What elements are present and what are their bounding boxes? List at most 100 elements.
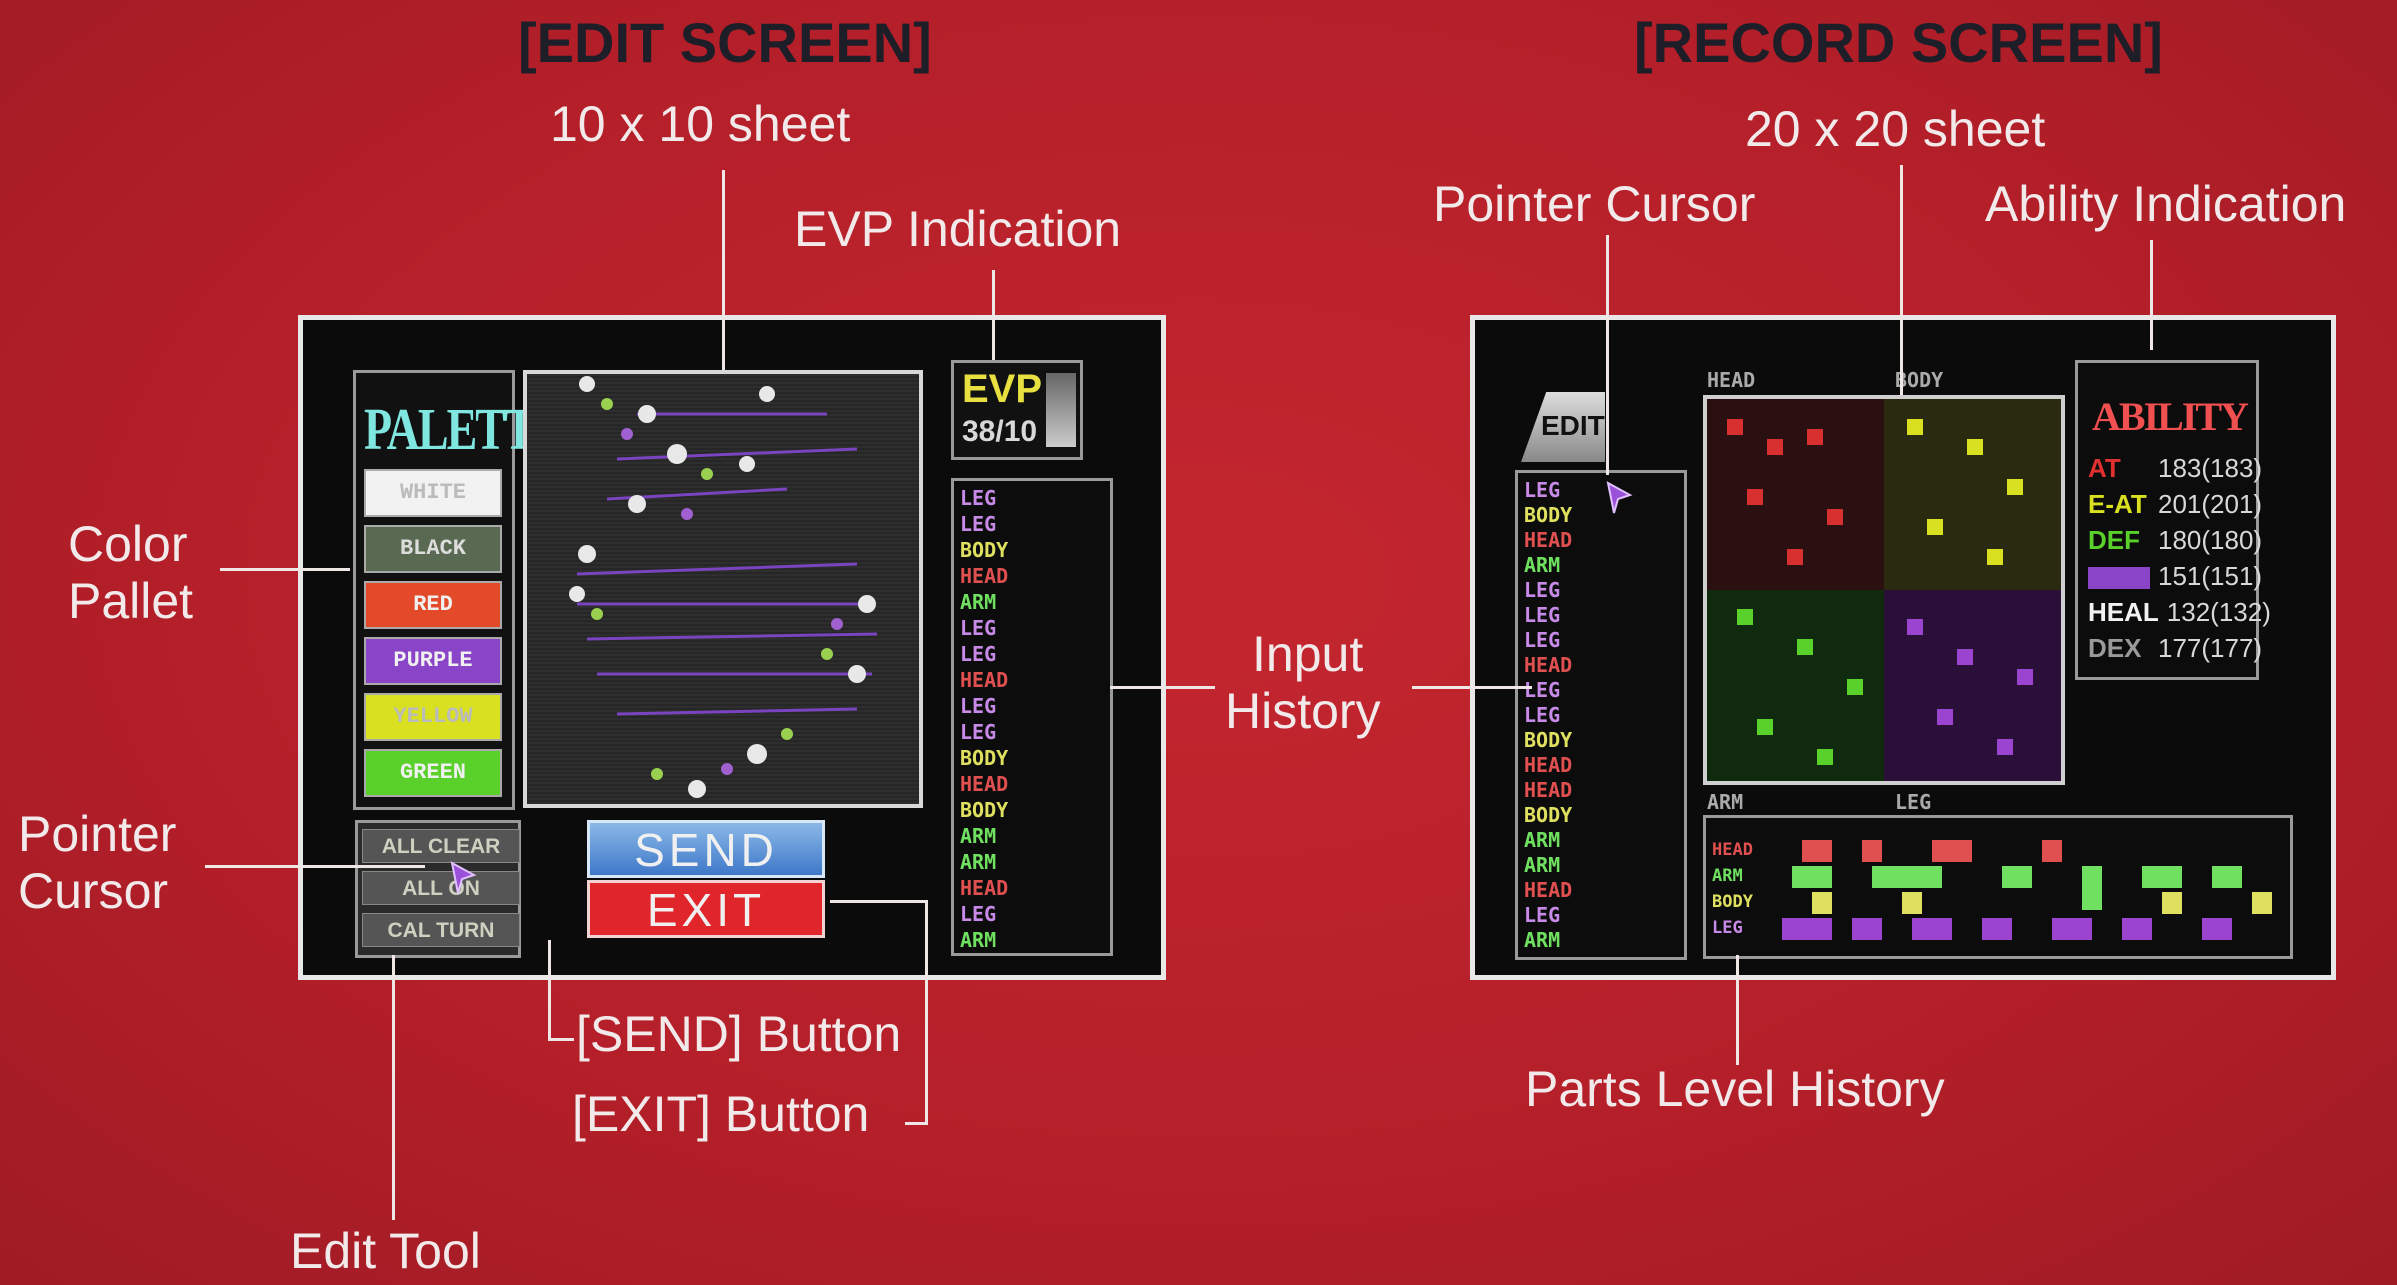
pointer-cursor-right-label: Pointer Cursor <box>1433 176 1756 232</box>
history-part: BODY <box>960 746 1009 770</box>
palette-swatch-red[interactable]: RED <box>364 581 502 629</box>
history-part: ARM <box>1524 853 1561 877</box>
edit-screen: PALETTE WHITE BLACK RED PURPLE YELLOW GREEN A… <box>298 315 1166 980</box>
input-history-panel: LEG LEG BODY HEAD ARM LEG LEG HEAD LEG LEG BODY HEA… <box>951 478 1113 956</box>
color-pallet-label-1: Color <box>68 516 188 572</box>
palette-swatch-white[interactable]: WHITE <box>364 469 502 517</box>
history-part: HEAD <box>1524 653 1573 677</box>
edit-tab-button[interactable]: EDIT <box>1521 392 1605 462</box>
palette-swatch-black[interactable]: BLACK <box>364 525 502 573</box>
sheet-label-leg: LEG <box>1895 790 1932 814</box>
history-part: ARM <box>1524 828 1561 852</box>
history-part: BODY <box>1524 728 1573 752</box>
edit-sheet-10x10[interactable] <box>523 370 923 808</box>
input-history-label-1: Input <box>1252 626 1364 682</box>
ability-row: 151(151) <box>2088 561 2262 592</box>
ability-name <box>2088 567 2150 590</box>
history-row: HEAD <box>960 565 1008 587</box>
history-part: LEG <box>960 902 997 926</box>
parts-history-label: LEG <box>1712 918 1743 938</box>
history-part: HEAD <box>960 772 1009 796</box>
color-pallet-label-2: Pallet <box>68 573 194 629</box>
pointer-cursor-left-label-2: Cursor <box>18 863 169 919</box>
history-part: HEAD <box>1524 778 1573 802</box>
history-row: BODY <box>960 747 1008 769</box>
history-part: LEG <box>1524 903 1561 927</box>
leader-ability <box>2150 240 2153 350</box>
all-on-button[interactable]: ALL ON <box>362 871 520 905</box>
evp-label: EVP <box>962 367 1043 411</box>
leader-sheet-right <box>1900 165 1903 395</box>
history-row: LEG <box>960 721 996 743</box>
leader-evp <box>992 270 995 360</box>
leader-send-h <box>548 1038 574 1041</box>
leader-parts-history <box>1736 955 1739 1065</box>
palette-swatch-yellow[interactable]: YELLOW <box>364 693 502 741</box>
leader-send-v <box>548 940 551 1040</box>
cal-turn-button[interactable]: CAL TURN <box>362 913 520 947</box>
edit-tab-label: EDIT <box>1541 410 1605 441</box>
ability-row: DEX 177(177) <box>2088 633 2262 664</box>
history-part: HEAD <box>1524 753 1573 777</box>
history-row: ARM <box>960 929 996 951</box>
history-row: ARM <box>1524 554 1560 576</box>
leader-exit-h1 <box>830 900 928 903</box>
history-part: LEG <box>1524 603 1561 627</box>
record-input-history-panel: LEG BODY HEAD ARM LEG LEG LEG HEAD LEG LEG BODY HEA… <box>1515 470 1687 960</box>
history-row: HEAD <box>1524 879 1572 901</box>
leader-pointer-right <box>1606 235 1609 475</box>
history-part: HEAD <box>1524 878 1573 902</box>
edit-tool: ALL CLEAR ALL ON CAL TURN <box>355 820 521 958</box>
history-row: LEG <box>1524 679 1560 701</box>
palette-swatch-green[interactable]: GREEN <box>364 749 502 797</box>
history-part: BODY <box>960 538 1009 562</box>
history-row: BODY <box>1524 804 1572 826</box>
history-row: HEAD <box>1524 654 1572 676</box>
ability-value: 183(183) <box>2158 453 2263 483</box>
leader-pointer-left <box>205 865 425 868</box>
leader-palette <box>220 568 350 571</box>
record-screen: EDIT LEG BODY HEAD ARM LEG LEG LEG HEAD LEG LEG BO… <box>1470 315 2336 980</box>
history-part: LEG <box>1524 678 1561 702</box>
evp-indication-label: EVP Indication <box>794 201 1122 257</box>
ability-row: E-AT 201(201) <box>2088 489 2262 520</box>
history-row: LEG <box>1524 479 1560 501</box>
record-screen-title: [RECORD SCREEN] <box>1634 11 2163 74</box>
history-row: BODY <box>1524 729 1572 751</box>
ability-panel: ABILITY AT 183(183) E-AT 201(201) DEF 180(180… <box>2075 360 2271 680</box>
ability-name: DEF <box>2088 525 2140 555</box>
history-row: LEG <box>1524 579 1560 601</box>
history-part: LEG <box>1524 628 1561 652</box>
evp-value: 38/10 <box>962 415 1038 448</box>
ability-row: HEAL 132(132) <box>2088 597 2271 628</box>
history-row: LEG <box>1524 704 1560 726</box>
color-palette: PALETTE WHITE BLACK RED PURPLE YELLOW GREEN <box>353 370 563 810</box>
leader-sheet <box>722 170 725 370</box>
history-part: HEAD <box>960 564 1009 588</box>
ability-value: 151(151) <box>2158 561 2263 591</box>
history-row: ARM <box>960 591 996 613</box>
pointer-cursor-icon <box>450 861 477 894</box>
all-clear-button[interactable]: ALL CLEAR <box>362 829 520 863</box>
history-part: LEG <box>960 486 997 510</box>
history-part: LEG <box>960 694 997 718</box>
history-row: LEG <box>960 695 996 717</box>
history-row: LEG <box>960 617 996 639</box>
ability-name: DEX <box>2088 633 2142 663</box>
exit-button[interactable]: EXIT <box>587 880 825 938</box>
history-part: ARM <box>960 928 997 952</box>
history-part: LEG <box>960 642 997 666</box>
history-row: ARM <box>1524 929 1560 951</box>
parts-history-label: BODY <box>1712 892 1753 912</box>
history-part: LEG <box>960 720 997 744</box>
history-row: BODY <box>960 799 1008 821</box>
parts-level-history: HEAD ARM BODY LEG <box>1703 815 2293 959</box>
edit-tool-label: Edit Tool <box>290 1223 481 1279</box>
palette-swatch-purple[interactable]: PURPLE <box>364 637 502 685</box>
send-button[interactable]: SEND <box>587 820 825 878</box>
ability-value: 177(177) <box>2158 633 2263 663</box>
history-row: HEAD <box>960 669 1008 691</box>
leader-input-history-right <box>1412 686 1532 689</box>
history-part: LEG <box>1524 578 1561 602</box>
ability-indication-label: Ability Indication <box>1985 176 2347 232</box>
